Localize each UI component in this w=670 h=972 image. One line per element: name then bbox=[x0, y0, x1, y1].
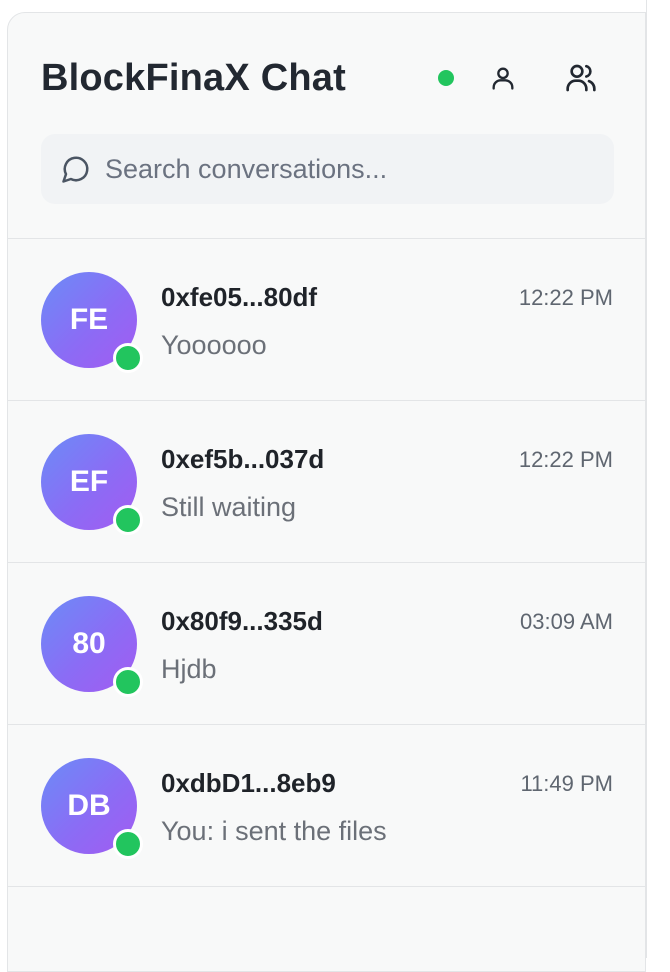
person-icon bbox=[492, 67, 514, 90]
conversation-time: 12:22 PM bbox=[518, 447, 613, 472]
chat-main-pane-edge bbox=[646, 0, 670, 958]
conversation-item[interactable]: DB 0xdbD1...8eb9 11:49 PM You: i sent th… bbox=[8, 725, 645, 887]
conversation-preview: Yoooooo bbox=[161, 330, 267, 360]
search-input[interactable] bbox=[103, 152, 587, 186]
groups-button[interactable] bbox=[564, 61, 598, 95]
online-status-dot bbox=[113, 667, 143, 697]
app-title: BlockFinaX Chat bbox=[41, 57, 346, 99]
online-status-dot bbox=[113, 343, 143, 373]
conversation-preview: Still waiting bbox=[161, 492, 297, 522]
conversation-name: 0xef5b...037d bbox=[161, 444, 325, 474]
conversation-item[interactable]: EF 0xef5b...037d 12:22 PM Still waiting bbox=[8, 401, 645, 563]
online-status-dot bbox=[113, 829, 143, 859]
connection-status-dot bbox=[438, 70, 454, 86]
conversation-name: 0xfe05...80df bbox=[161, 282, 318, 312]
conversation-time: 03:09 AM bbox=[520, 609, 613, 634]
profile-button[interactable] bbox=[486, 61, 520, 95]
conversation-name: 0xdbD1...8eb9 bbox=[161, 768, 336, 798]
conversation-preview: You: i sent the files bbox=[161, 816, 387, 846]
conversation-name: 0x80f9...335d bbox=[161, 606, 323, 636]
conversation-item[interactable]: 80 0x80f9...335d 03:09 AM Hjdb bbox=[8, 563, 645, 725]
conversation-item[interactable]: FE 0xfe05...80df 12:22 PM Yoooooo bbox=[8, 239, 645, 401]
conversation-list: FE 0xfe05...80df 12:22 PM Yoooooo EF 0xe… bbox=[8, 239, 645, 887]
message-circle-icon bbox=[62, 156, 89, 183]
conversation-time: 12:22 PM bbox=[518, 285, 613, 310]
online-status-dot bbox=[113, 505, 143, 535]
search-box[interactable] bbox=[41, 134, 614, 204]
conversation-time: 11:49 PM bbox=[520, 771, 613, 796]
conversation-preview: Hjdb bbox=[161, 654, 217, 684]
chat-header: BlockFinaX Chat bbox=[8, 13, 645, 239]
chat-sidebar: BlockFinaX Chat FE bbox=[7, 12, 646, 972]
users-icon bbox=[566, 64, 596, 92]
